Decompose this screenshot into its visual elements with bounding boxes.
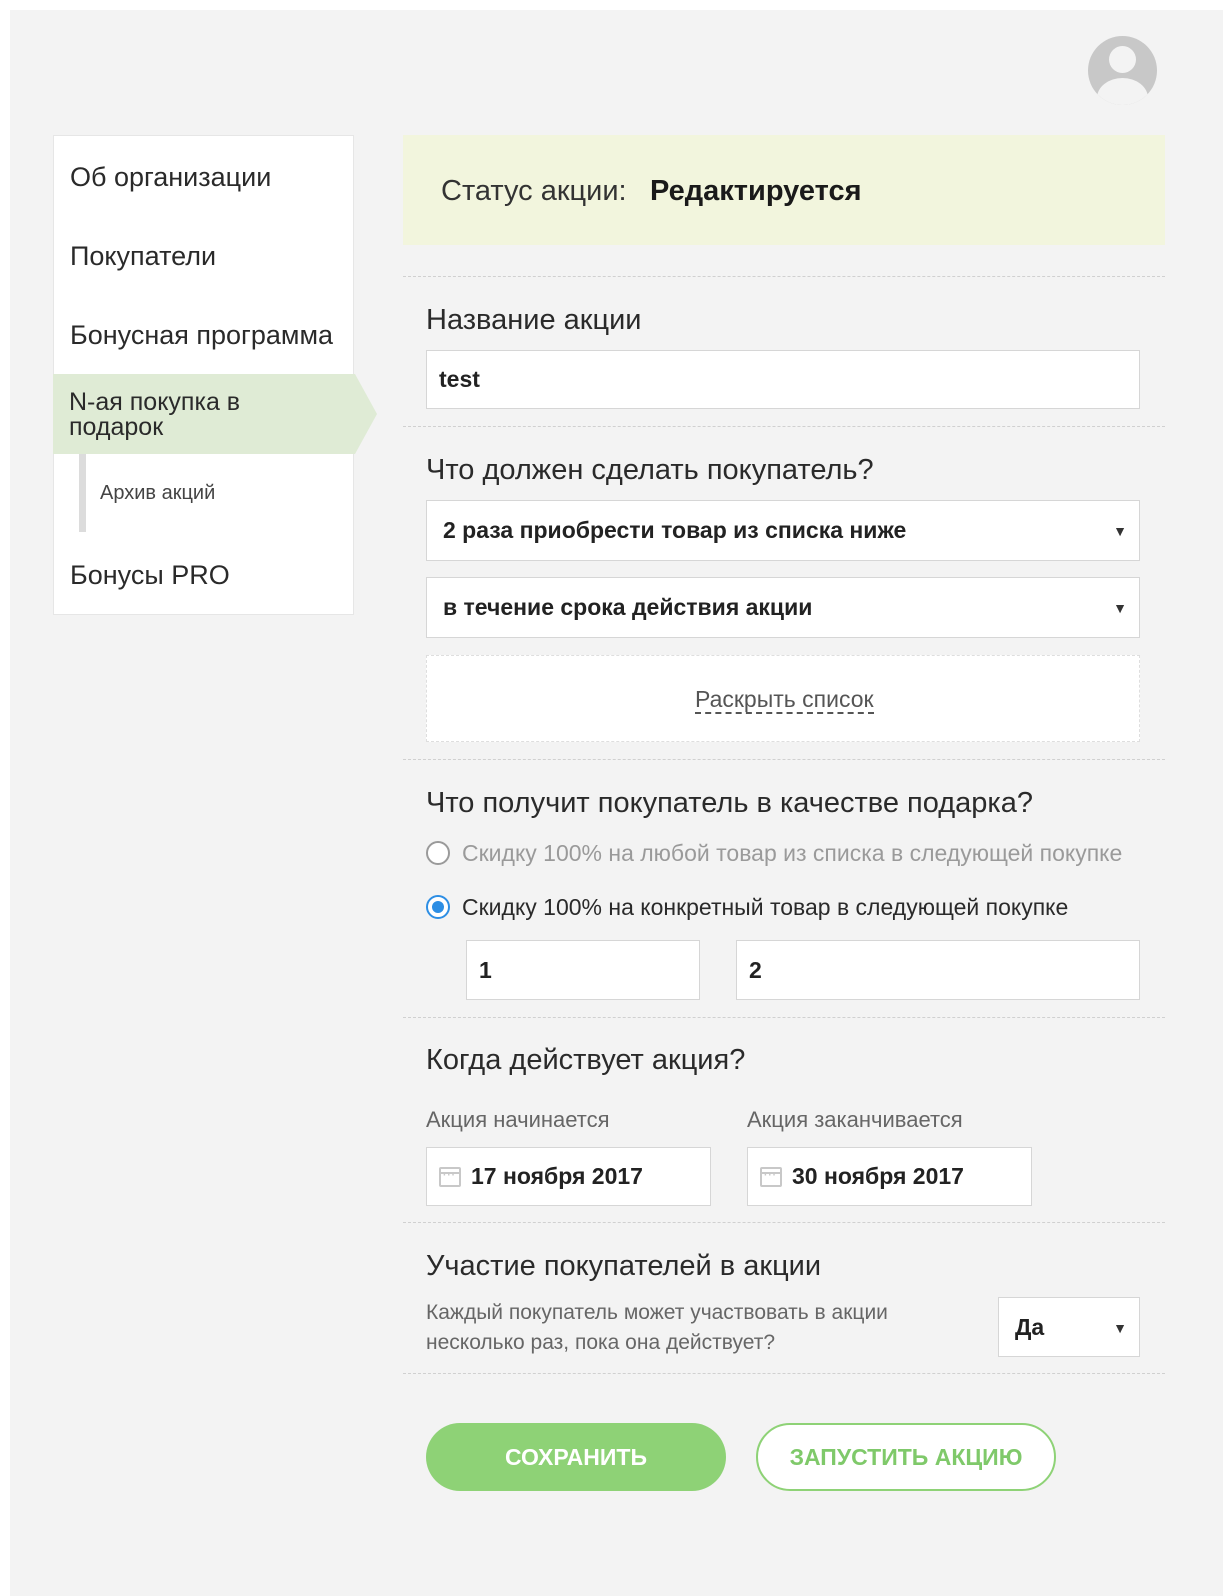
start-date-label: Акция начинается — [426, 1107, 610, 1132]
section-title-participation: Участие покупателей в акции — [426, 1250, 822, 1282]
gift-field-1[interactable]: 1 — [466, 940, 700, 1000]
gift-option-label: Скидку 100% на любой товар из списка в с… — [462, 839, 1123, 866]
chevron-down-icon: ▼ — [1113, 523, 1127, 539]
start-date-input[interactable]: 17 ноября 2017 — [426, 1147, 711, 1206]
calendar-icon — [439, 1166, 461, 1187]
status-banner: Статус акции: Редактируется — [403, 135, 1165, 245]
divider — [403, 1017, 1165, 1018]
product-list-box: Раскрыть список — [426, 655, 1140, 742]
promo-name-input[interactable]: test — [426, 350, 1140, 409]
end-date-input[interactable]: 30 ноября 2017 — [747, 1147, 1032, 1206]
sidebar-nav: Об организации Покупатели Бонусная прогр… — [53, 135, 377, 615]
divider — [403, 426, 1165, 427]
avatar-body — [1097, 78, 1148, 105]
active-arrow — [355, 374, 377, 454]
end-date-label: Акция заканчивается — [747, 1107, 963, 1132]
status-label: Статус акции: — [441, 175, 627, 207]
participation-select[interactable]: Да ▼ — [998, 1297, 1140, 1357]
divider — [403, 759, 1165, 760]
gift-field-2[interactable]: 2 — [736, 940, 1140, 1000]
sidebar-subitem-label: Архив акций — [100, 482, 216, 504]
save-button[interactable]: СОХРАНИТЬ — [426, 1423, 726, 1491]
gift-option-label: Скидку 100% на конкретный товар в следую… — [462, 893, 1069, 920]
participation-question: Каждый покупатель может участвовать в ак… — [426, 1301, 888, 1354]
divider — [403, 1373, 1165, 1374]
participation-value: Да — [1015, 1313, 1045, 1340]
radio-checked-icon[interactable] — [426, 895, 450, 919]
sidebar-item-nth-purchase-gift[interactable]: N-ая покупка в подарок — [53, 374, 377, 454]
end-date-value: 30 ноября 2017 — [792, 1163, 964, 1189]
section-title-action: Что должен сделать покупатель? — [426, 454, 874, 486]
divider — [403, 276, 1165, 277]
sidebar-item-bonus-program[interactable]: Бонусная программа — [54, 320, 355, 351]
section-title-gift: Что получит покупатель в качестве подарк… — [426, 787, 1034, 819]
purchase-count-value: 2 раза приобрести товар из списка ниже — [443, 517, 907, 543]
sidebar-item-organization[interactable]: Об организации — [54, 162, 355, 193]
gift-field-1-value: 1 — [479, 956, 492, 983]
gift-field-2-value: 2 — [749, 956, 762, 983]
avatar-head — [1109, 46, 1136, 73]
status-value: Редактируется — [650, 175, 862, 207]
sidebar-item-label: Бонусы PRO — [70, 560, 230, 590]
gift-option-specific-product[interactable]: Скидку 100% на конкретный товар в следую… — [426, 892, 1068, 922]
sidebar-item-label: N-ая покупка в подарок — [69, 388, 241, 441]
launch-promo-button[interactable]: ЗАПУСТИТЬ АКЦИЮ — [756, 1423, 1056, 1491]
divider — [403, 1222, 1165, 1223]
sidebar-subitem-archive[interactable]: Архив акций — [79, 454, 329, 532]
purchase-count-select[interactable]: 2 раза приобрести товар из списка ниже ▼ — [426, 500, 1140, 561]
sidebar-item-label: Покупатели — [70, 241, 217, 271]
sidebar-item-bonuses-pro[interactable]: Бонусы PRO — [54, 560, 355, 591]
promo-name-value: test — [439, 366, 480, 392]
chevron-down-icon: ▼ — [1113, 1320, 1127, 1336]
radio-unchecked-icon[interactable] — [426, 841, 450, 865]
user-avatar-icon[interactable] — [1088, 36, 1157, 105]
sidebar-item-label: Об организации — [70, 162, 272, 192]
section-title-name: Название акции — [426, 304, 642, 336]
sidebar-item-label: Бонусная программа — [70, 320, 334, 350]
start-date-value: 17 ноября 2017 — [471, 1163, 643, 1189]
chevron-down-icon: ▼ — [1113, 600, 1127, 616]
sidebar-item-customers[interactable]: Покупатели — [54, 241, 355, 272]
section-title-period: Когда действует акция? — [426, 1044, 746, 1076]
period-select[interactable]: в течение срока действия акции ▼ — [426, 577, 1140, 638]
gift-option-any-product[interactable]: Скидку 100% на любой товар из списка в с… — [426, 838, 1122, 868]
period-value: в течение срока действия акции — [443, 594, 813, 620]
expand-list-link[interactable]: Раскрыть список — [695, 686, 874, 714]
calendar-icon — [760, 1166, 782, 1187]
